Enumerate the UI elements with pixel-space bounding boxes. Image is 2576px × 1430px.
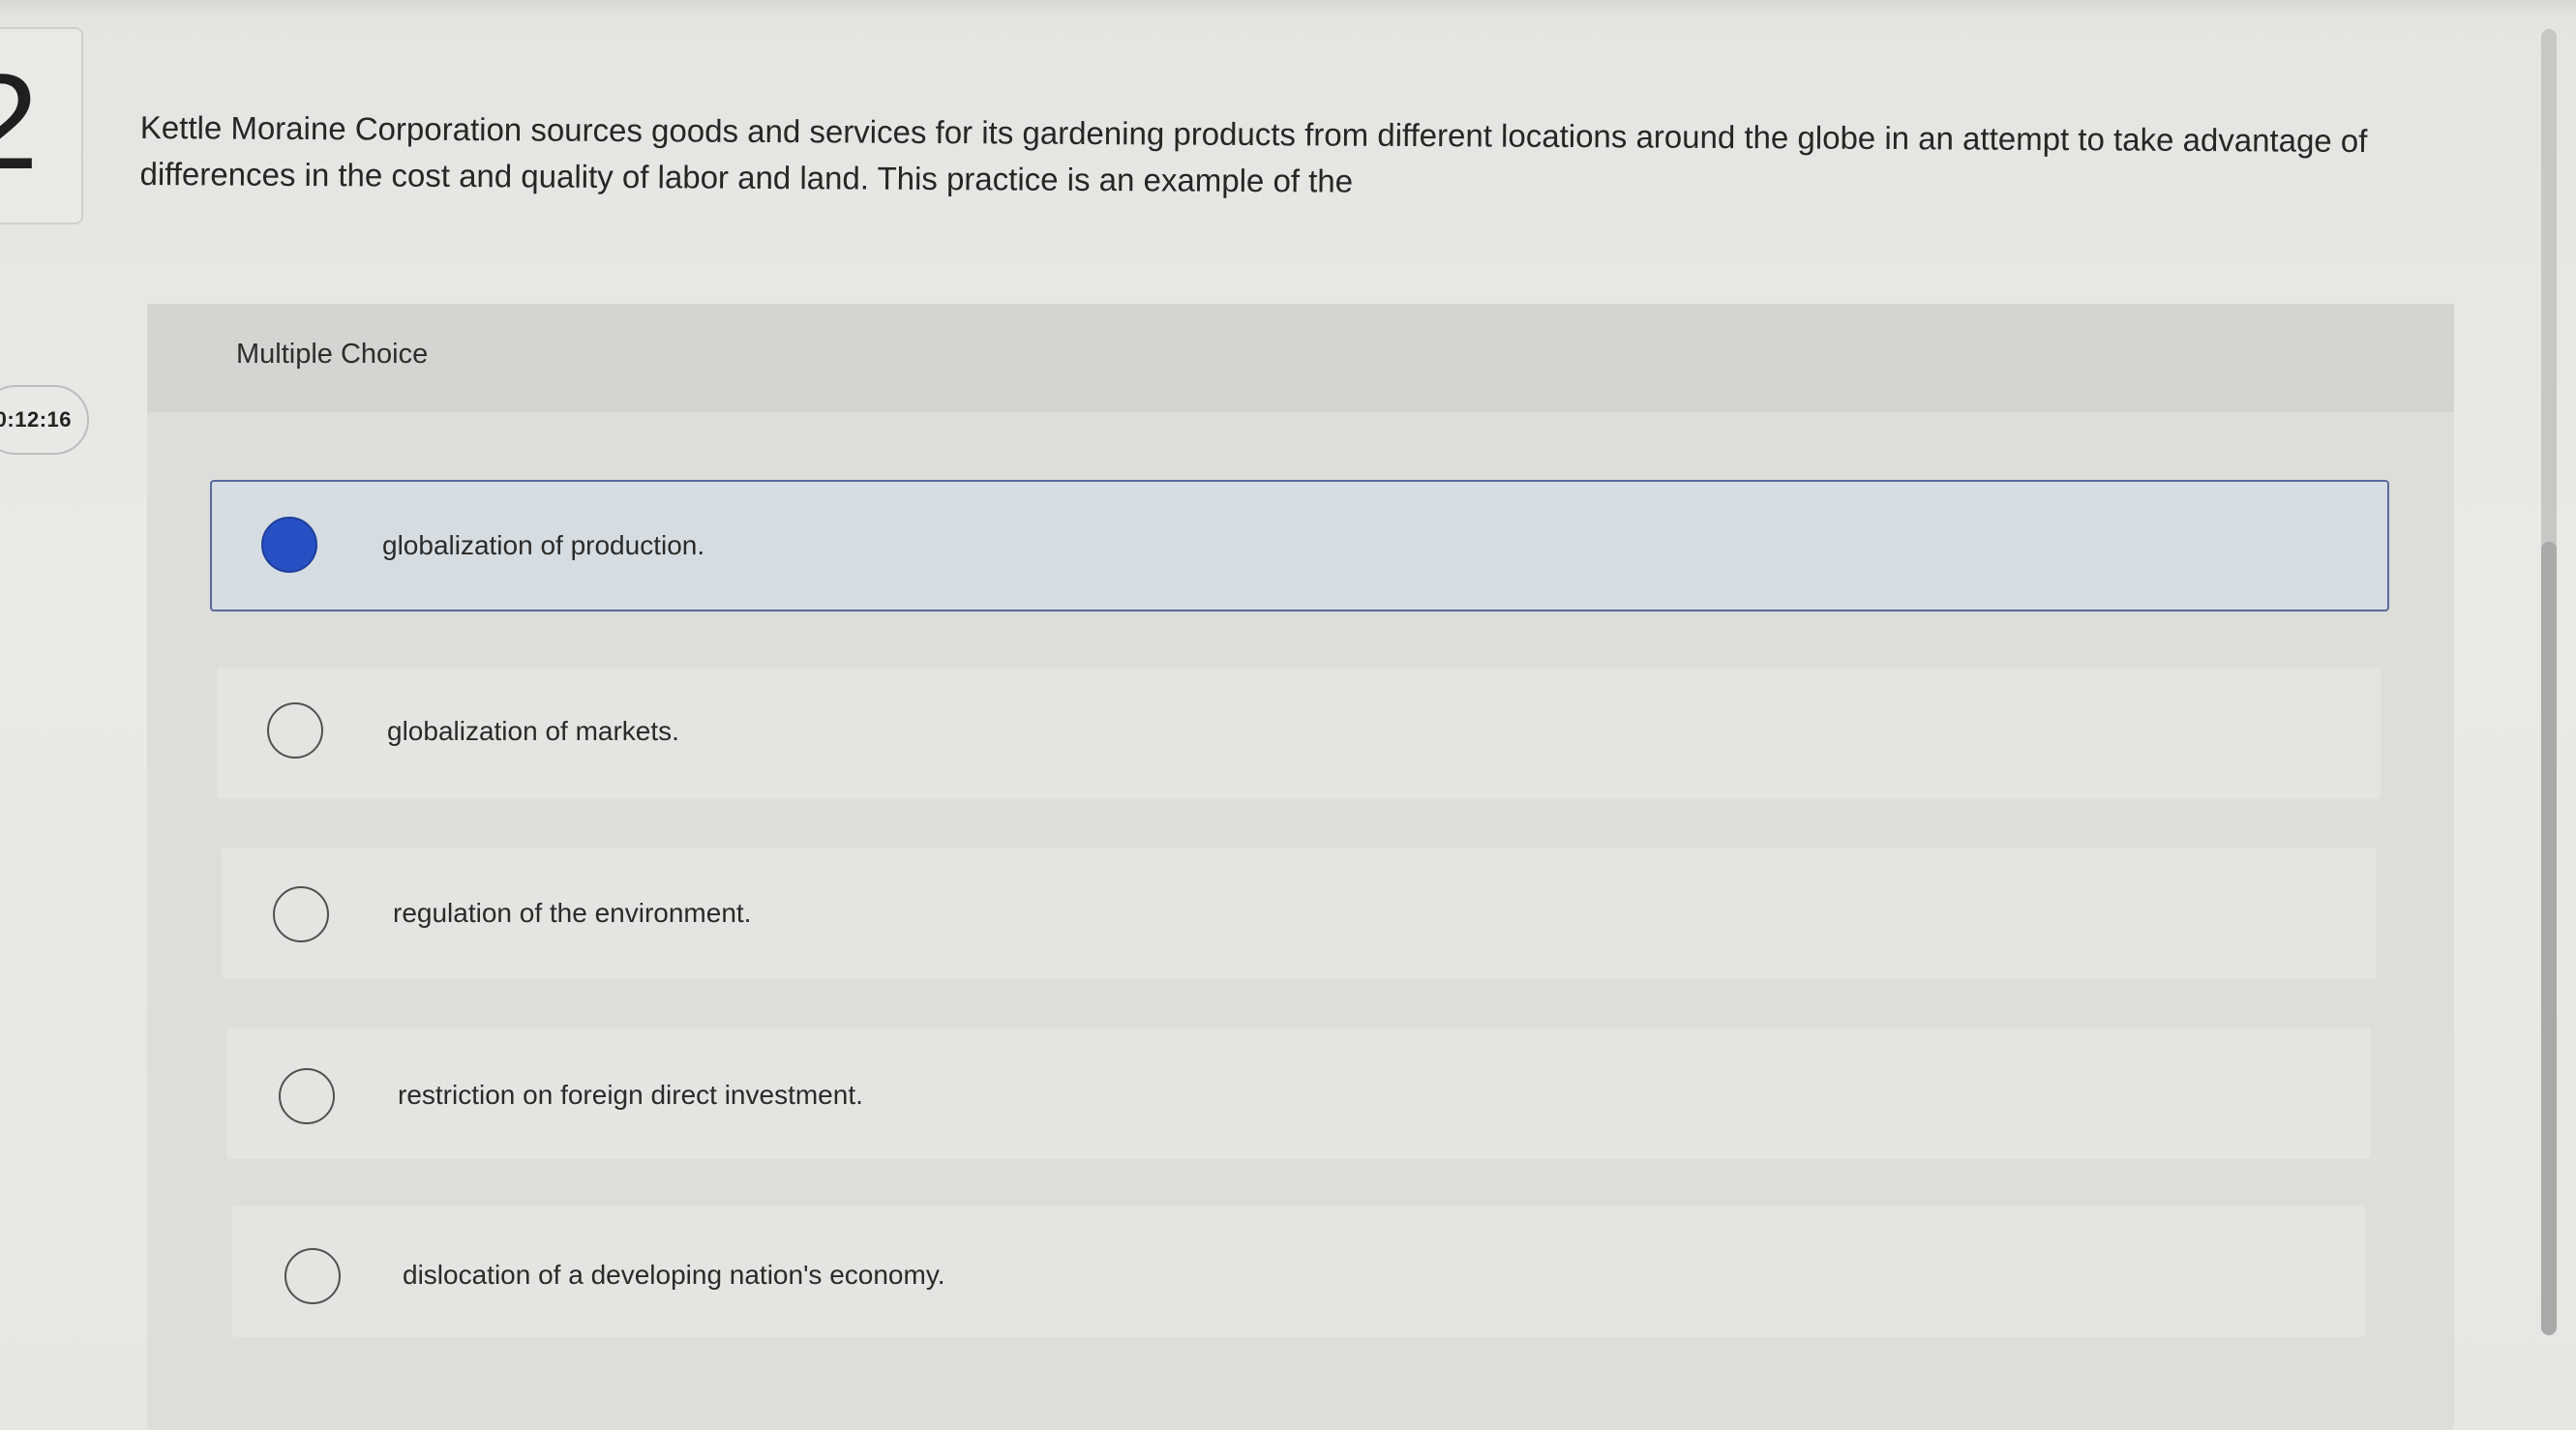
radio-button[interactable] xyxy=(273,886,329,942)
choice-option-label: globalization of production. xyxy=(382,530,705,560)
radio-button[interactable] xyxy=(279,1068,335,1124)
choice-option[interactable]: globalization of markets. xyxy=(217,668,2381,799)
scrollbar-thumb[interactable] xyxy=(2541,542,2557,1335)
top-edge xyxy=(0,0,2576,19)
choice-option-label: restriction on foreign direct investment… xyxy=(398,1080,863,1110)
question-text: Kettle Moraine Corporation sources goods… xyxy=(139,108,2368,199)
multiple-choice-header: Multiple Choice xyxy=(147,304,2454,412)
radio-button[interactable] xyxy=(267,702,323,759)
choice-option-label: dislocation of a developing nation's eco… xyxy=(403,1260,945,1290)
choice-option[interactable]: globalization of production. xyxy=(210,480,2389,611)
choice-option-label: regulation of the environment. xyxy=(393,898,752,928)
choice-option-label: globalization of markets. xyxy=(387,716,679,746)
multiple-choice-label: Multiple Choice xyxy=(236,339,429,370)
radio-button-selected[interactable] xyxy=(261,517,317,573)
timer-badge: 0:12:16 xyxy=(0,385,89,455)
choice-option[interactable]: dislocation of a developing nation's eco… xyxy=(232,1206,2365,1337)
question-number-box: 2 xyxy=(0,27,83,224)
radio-button[interactable] xyxy=(285,1248,341,1304)
question-number: 2 xyxy=(0,54,39,190)
choice-option[interactable]: restriction on foreign direct investment… xyxy=(226,1028,2371,1159)
choice-option[interactable]: regulation of the environment. xyxy=(222,848,2376,979)
